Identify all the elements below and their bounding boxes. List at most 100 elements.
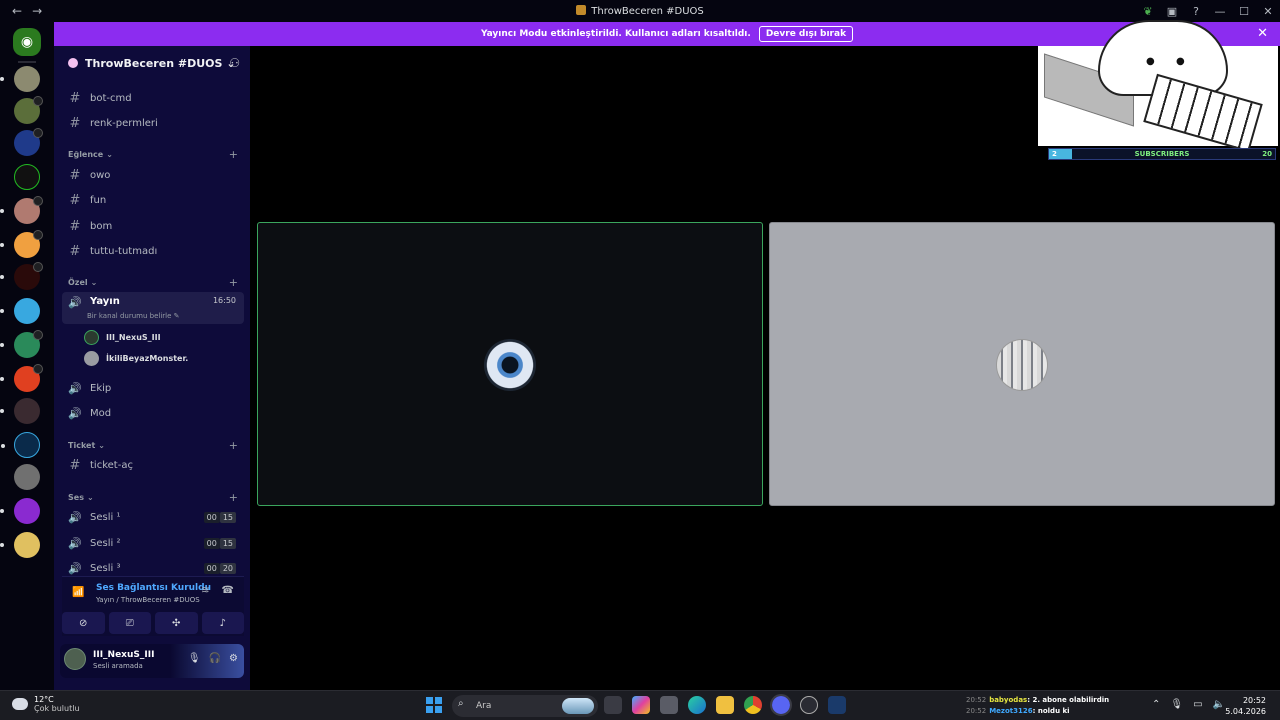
server-icon[interactable] <box>14 164 40 190</box>
channel-bot-cmd[interactable]: # bot-cmd <box>62 87 244 109</box>
activities-button[interactable]: ✣ <box>155 612 198 634</box>
badge-icon <box>33 262 43 272</box>
channel-owo[interactable]: # owo <box>62 164 244 186</box>
disable-streamer-mode-button[interactable]: Devre dışı bırak <box>758 26 854 42</box>
server-icon[interactable] <box>0 364 43 392</box>
server-icon[interactable] <box>0 330 43 358</box>
signal-icon[interactable]: 📶 <box>72 587 84 598</box>
volume-icon[interactable]: 🔈 <box>1213 699 1225 710</box>
user-name[interactable]: III_NexuS_III <box>93 650 154 660</box>
guild-header[interactable]: ThrowBeceren #DUOS ⌄ ⚇ <box>54 46 250 80</box>
add-channel-icon[interactable]: + <box>229 148 238 161</box>
channel-bom[interactable]: # bom <box>62 215 244 237</box>
voice-actions: ⊘ ⎚ ✣ ♪ <box>62 612 244 634</box>
channel-mod[interactable]: 🔊 Mod <box>62 402 244 424</box>
category-ticket[interactable]: Ticket ⌄ + <box>68 439 238 452</box>
soundboard-button[interactable]: ♪ <box>201 612 244 634</box>
close-window-button[interactable]: ✕ <box>1256 5 1280 18</box>
back-arrow-icon[interactable]: ← <box>12 4 22 18</box>
noise-suppression-icon[interactable]: ≋ <box>201 585 209 596</box>
copilot-icon[interactable] <box>632 696 650 714</box>
server-icon[interactable] <box>0 532 40 558</box>
screen-share-button[interactable]: ⎚ <box>108 612 151 634</box>
maximize-button[interactable]: ☐ <box>1232 5 1256 18</box>
microphone-icon[interactable]: 🎙 <box>188 653 201 664</box>
disconnect-icon[interactable]: ☎ <box>222 585 234 596</box>
gear-icon[interactable]: ⚙ <box>229 653 238 664</box>
update-leaf-icon[interactable]: ❦ <box>1136 5 1160 18</box>
server-icon[interactable] <box>0 398 40 424</box>
channel-renk-permleri[interactable]: # renk-permleri <box>62 112 244 134</box>
server-icon[interactable] <box>14 464 40 490</box>
channel-tuttu-tutmadi[interactable]: # tuttu-tutmadı <box>62 240 244 262</box>
participant-tile[interactable] <box>257 222 763 506</box>
chevron-up-icon[interactable]: ⌃ <box>1152 699 1160 710</box>
channel-ticket-ac[interactable]: # ticket-aç <box>62 454 244 476</box>
avatar <box>996 339 1048 391</box>
hash-icon: # <box>69 90 81 106</box>
camera-off-button[interactable]: ⊘ <box>62 612 105 634</box>
subscriber-label: SUBSCRIBERS <box>1134 150 1190 158</box>
unread-pill <box>0 377 4 381</box>
chrome-icon[interactable] <box>744 696 762 714</box>
voice-location[interactable]: Yayın / ThrowBeceren #DUOS <box>96 596 200 604</box>
badge-icon <box>33 330 43 340</box>
discord-icon[interactable] <box>770 694 792 716</box>
task-view-icon[interactable] <box>604 696 622 714</box>
channel-ekip[interactable]: 🔊 Ekip <box>62 377 244 399</box>
set-channel-status[interactable]: Bir kanal durumu belirle ✎ <box>87 312 180 320</box>
microphone-icon[interactable]: 🎙 <box>1170 699 1183 710</box>
server-icon[interactable] <box>0 298 40 324</box>
channel-sesli-1[interactable]: 🔊 Sesli ¹ 00 15 <box>62 506 244 528</box>
category-ozel[interactable]: Özel ⌄ + <box>68 276 238 289</box>
server-icon[interactable] <box>0 262 43 290</box>
edge-icon[interactable] <box>688 696 706 714</box>
unread-pill <box>0 77 4 81</box>
display-icon[interactable]: ▭ <box>1193 699 1202 710</box>
category-ses[interactable]: Ses ⌄ + <box>68 491 238 504</box>
store-icon[interactable] <box>660 696 678 714</box>
server-icon[interactable] <box>0 196 43 224</box>
discord-home-icon[interactable]: ◉ <box>13 28 41 56</box>
forward-arrow-icon[interactable]: → <box>32 4 42 18</box>
avatar[interactable] <box>64 648 86 670</box>
invite-people-icon[interactable]: ⚇ <box>229 56 240 70</box>
voice-user[interactable]: İkiliBeyazMonster. <box>84 349 188 367</box>
voice-user[interactable]: III_NexuS_III <box>84 328 161 346</box>
close-icon[interactable]: ✕ <box>1257 26 1268 41</box>
obs-icon[interactable] <box>800 696 818 714</box>
avatar <box>84 350 99 366</box>
weather-widget[interactable]: 12°C Çok bulutlu <box>12 695 80 713</box>
channel-fun[interactable]: # fun <box>62 189 244 211</box>
server-icon[interactable] <box>0 230 43 258</box>
user-count: 00 <box>203 511 220 523</box>
participant-tile[interactable] <box>769 222 1275 506</box>
server-icon[interactable] <box>1 432 40 458</box>
guild-icon <box>68 58 78 68</box>
inbox-icon[interactable]: ▣ <box>1160 5 1184 18</box>
taskbar: 12°C Çok bulutlu ⌕ Ara 20:52 babyodas: 2.… <box>0 690 1280 720</box>
category-label: Ses <box>68 493 84 502</box>
category-eglence[interactable]: Eğlence ⌄ + <box>68 148 238 161</box>
channel-sesli-2[interactable]: 🔊 Sesli ² 00 15 <box>62 532 244 554</box>
unread-pill <box>1 444 5 448</box>
badge-icon <box>33 364 43 374</box>
windows-start-icon[interactable] <box>426 697 442 713</box>
add-channel-icon[interactable]: + <box>229 276 238 289</box>
file-explorer-icon[interactable] <box>716 696 734 714</box>
taskbar-search[interactable]: ⌕ Ara <box>452 695 598 717</box>
badge-icon <box>33 196 43 206</box>
help-icon[interactable]: ? <box>1184 5 1208 18</box>
server-icon[interactable] <box>14 128 43 156</box>
add-channel-icon[interactable]: + <box>229 491 238 504</box>
cat-eye-icon: ● <box>1176 56 1185 67</box>
server-icon[interactable] <box>0 66 40 92</box>
server-icon[interactable] <box>14 96 43 124</box>
speaker-icon: 🔊 <box>68 406 82 420</box>
minimize-button[interactable]: — <box>1208 5 1232 18</box>
clock[interactable]: 20:52 5.04.2026 <box>1225 695 1266 717</box>
headphones-icon[interactable]: 🎧 <box>209 653 221 664</box>
server-icon[interactable] <box>0 498 40 524</box>
add-channel-icon[interactable]: + <box>229 439 238 452</box>
steam-icon[interactable] <box>828 696 846 714</box>
